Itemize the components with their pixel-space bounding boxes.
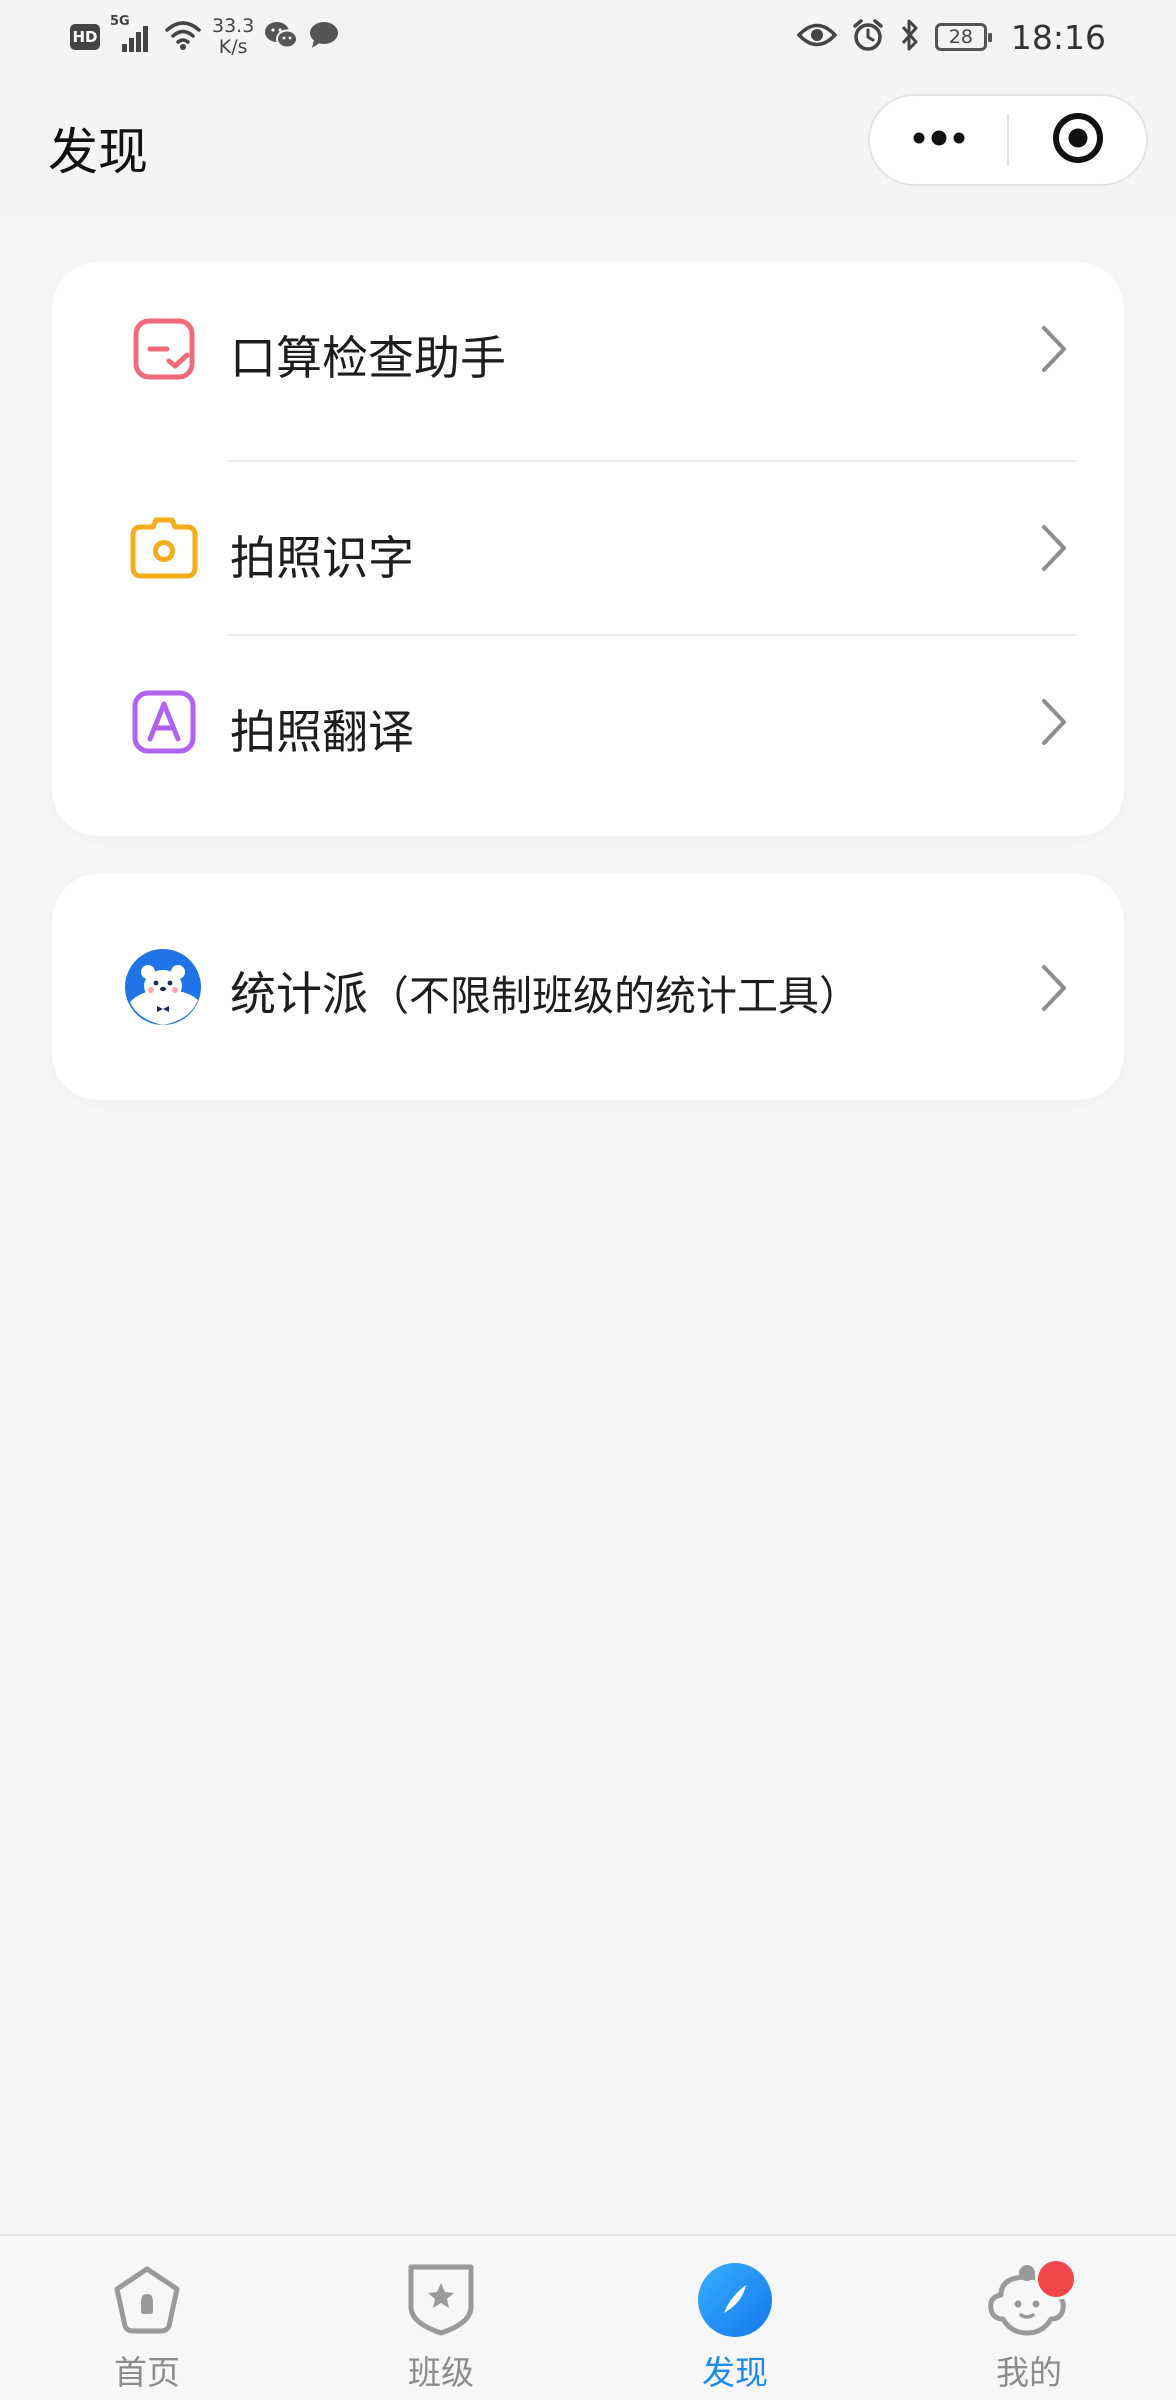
more-button[interactable] (870, 96, 1007, 184)
page-header: 发现 (0, 72, 1176, 214)
stats-subtitle: （不限制班级的统计工具） (368, 972, 860, 1020)
message-icon (308, 20, 340, 54)
profile-kid-icon (987, 2258, 1077, 2342)
tab-label: 发现 (702, 2353, 768, 2392)
more-dots-icon (909, 128, 969, 152)
close-target-icon (1051, 111, 1105, 169)
close-button[interactable] (1009, 96, 1146, 184)
list-item-photo-translate[interactable]: 拍照翻译 (52, 636, 1124, 810)
list-item-label: 拍照识字 (230, 531, 414, 585)
bluetooth-icon (899, 18, 921, 56)
class-badge-icon (399, 2258, 483, 2342)
list-item-photo-recognize[interactable]: 拍照识字 (52, 462, 1124, 634)
alarm-icon (851, 18, 885, 56)
tools-card: 口算检查助手 拍照识字 拍照翻译 (52, 262, 1124, 836)
wifi-icon (164, 19, 202, 55)
status-time: 18:16 (1010, 17, 1106, 57)
signal-icon: 5G (110, 14, 154, 54)
tab-discover[interactable]: 发现 (588, 2236, 882, 2400)
status-bar-right: 28 18:16 (796, 12, 1106, 62)
chevron-right-icon (1036, 321, 1072, 377)
tab-home[interactable]: 首页 (0, 2236, 294, 2400)
chevron-right-icon (1036, 960, 1072, 1016)
bear-mascot-icon (124, 948, 202, 1026)
tab-mine[interactable]: 我的 (882, 2236, 1176, 2400)
page-title: 发现 (48, 123, 148, 181)
oral-math-check-icon (128, 313, 200, 385)
battery-icon: 28 (934, 23, 992, 51)
translate-a-icon (128, 686, 200, 758)
discover-compass-icon (693, 2258, 777, 2342)
status-bar: HD 5G 33.3 K/s 28 18:16 (0, 0, 1176, 72)
tab-label: 我的 (996, 2353, 1062, 2392)
bottom-tab-bar: 首页 班级 发现 我的 (0, 2234, 1176, 2400)
list-item-stats-pie[interactable]: 统计派（不限制班级的统计工具） (52, 874, 1124, 1100)
tab-label: 首页 (114, 2353, 180, 2392)
eye-icon (796, 22, 838, 52)
list-item-label: 拍照翻译 (230, 705, 414, 759)
notification-badge (1035, 2258, 1077, 2300)
network-type-label: 5G (110, 14, 130, 29)
list-item-oral-math[interactable]: 口算检查助手 (52, 262, 1124, 436)
miniprogram-capsule (868, 94, 1148, 186)
camera-icon (128, 512, 200, 584)
stats-title: 统计派 (230, 967, 368, 1021)
net-speed: 33.3 K/s (212, 15, 255, 58)
list-item-label: 口算检查助手 (230, 331, 506, 385)
stats-card: 统计派（不限制班级的统计工具） (52, 874, 1124, 1100)
wechat-icon (264, 20, 299, 54)
home-icon (105, 2258, 189, 2342)
list-item-label: 统计派（不限制班级的统计工具） (230, 958, 860, 1024)
chevron-right-icon (1036, 694, 1072, 750)
tab-class[interactable]: 班级 (294, 2236, 588, 2400)
hd-icon: HD (70, 24, 100, 50)
tab-label: 班级 (408, 2353, 474, 2392)
status-bar-left: HD 5G 33.3 K/s (70, 12, 340, 62)
chevron-right-icon (1036, 520, 1072, 576)
